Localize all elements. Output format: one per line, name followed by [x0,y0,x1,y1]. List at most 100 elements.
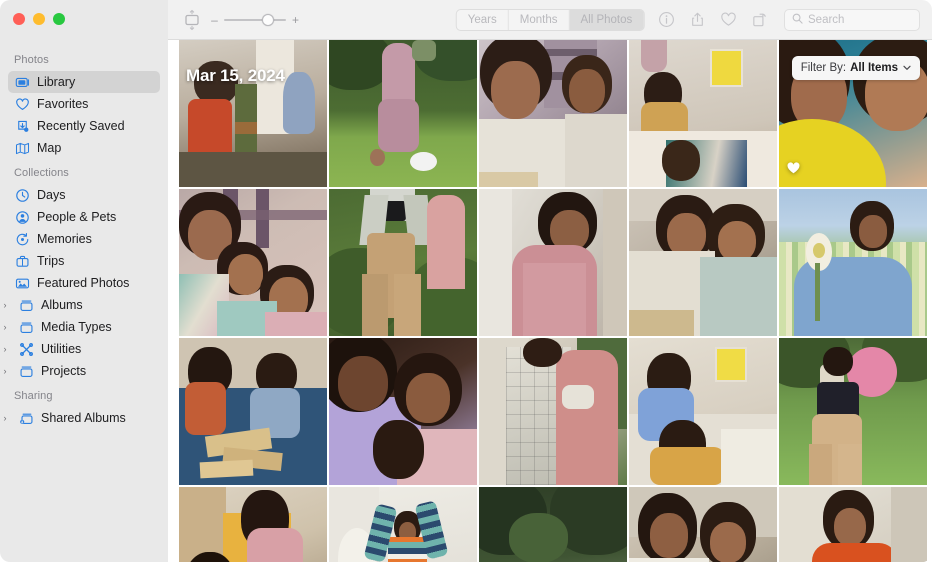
sidebar-item-label: Albums [41,298,83,312]
sidebar-item-label: Days [37,188,66,202]
photos-window: Photos Library Favorites Recently Saved … [0,0,932,562]
zoom-in-label[interactable]: + [291,14,300,26]
filter-by-button[interactable]: Filter By: All Items [791,56,920,80]
sidebar-item-library[interactable]: Library [8,71,160,93]
photo-thumbnail[interactable] [629,40,777,187]
photo-thumbnail[interactable] [179,40,327,187]
zoom-slider-knob[interactable] [262,13,274,26]
photo-thumbnail[interactable] [179,487,327,562]
sidebar-item-label: Projects [41,364,87,378]
map-icon [14,140,30,156]
main-area: – + Years Months All Photos Search Mar 1… [168,0,932,562]
photo-thumbnail[interactable] [629,487,777,562]
search-placeholder: Search [808,13,845,26]
heart-icon [14,96,30,112]
library-icon [14,74,30,90]
toolbar: – + Years Months All Photos Search [168,0,932,40]
sidebar-item-recently-saved[interactable]: Recently Saved [8,115,160,137]
chevron-right-icon[interactable]: › [0,413,10,423]
photo-thumbnail[interactable] [629,189,777,336]
tab-all-photos[interactable]: All Photos [569,9,644,30]
chevron-right-icon[interactable]: › [0,300,10,310]
memories-icon [14,231,30,247]
sidebar-item-label: Library [37,75,76,89]
sidebar-item-trips[interactable]: Trips [8,250,160,272]
chevron-down-icon [903,63,911,73]
person-icon [14,209,30,225]
photo-thumbnail[interactable] [329,487,477,562]
sidebar-item-label: Trips [37,254,65,268]
sidebar-item-label: Memories [37,232,92,246]
favorite-heart-icon[interactable] [720,11,737,28]
photo-thumbnail[interactable] [329,40,477,187]
chevron-right-icon[interactable]: › [0,344,10,354]
sidebar-item-label: People & Pets [37,210,117,224]
album-icon [18,363,34,379]
featured-photo-icon [14,275,30,291]
sidebar-item-utilities[interactable]: › Utilities [4,338,160,360]
zoom-slider[interactable]: – + [210,13,300,27]
sidebar-item-label: Featured Photos [37,276,130,290]
minimize-button[interactable] [33,13,45,25]
zoom-out-label[interactable]: – [210,14,219,26]
sidebar-item-memories[interactable]: Memories [8,228,160,250]
aspect-ratio-icon[interactable] [182,9,202,31]
sidebar-item-label: Shared Albums [41,411,126,425]
search-icon [792,11,803,29]
sidebar-item-media-types[interactable]: › Media Types [4,316,160,338]
toolbar-right-group: Search [658,8,932,31]
toolbar-left-group: – + [168,9,300,31]
sidebar-item-shared-albums[interactable]: › Shared Albums [4,407,160,429]
clock-icon [14,187,30,203]
zoom-slider-track[interactable] [224,13,286,27]
photo-thumbnail[interactable] [179,189,327,336]
photo-thumbnail[interactable] [479,487,627,562]
photo-thumbnail[interactable] [779,487,927,562]
rotate-icon[interactable] [751,11,768,28]
tab-months[interactable]: Months [509,9,570,30]
sidebar-item-map[interactable]: Map [8,137,160,159]
sidebar-item-projects[interactable]: › Projects [4,360,160,382]
photo-thumbnail[interactable] [329,338,477,485]
photo-thumbnail[interactable] [479,338,627,485]
sidebar-section-photos-title: Photos [14,54,49,66]
photo-grid [179,40,931,562]
recently-saved-icon [14,118,30,134]
sidebar-item-label: Map [37,141,62,155]
album-icon [18,297,34,313]
sidebar-item-people-and-pets[interactable]: People & Pets [8,206,160,228]
maximize-button[interactable] [53,13,65,25]
tab-years[interactable]: Years [457,9,509,30]
photo-thumbnail[interactable] [779,189,927,336]
sidebar-list: Photos Library Favorites Recently Saved … [0,34,168,429]
photo-thumbnail[interactable] [479,40,627,187]
search-input[interactable]: Search [784,8,920,31]
sidebar-item-albums[interactable]: › Albums [4,294,160,316]
album-icon [18,319,34,335]
photo-thumbnail[interactable] [779,338,927,485]
view-mode-segmented-control[interactable]: Years Months All Photos [455,8,645,31]
zoom-slider-line [224,18,286,21]
share-icon[interactable] [689,11,706,28]
window-controls [0,0,168,34]
chevron-right-icon[interactable]: › [0,366,10,376]
photo-thumbnail[interactable] [179,338,327,485]
filter-label: Filter By: [800,62,847,74]
sidebar-item-label: Recently Saved [37,119,125,133]
photo-thumbnail[interactable] [479,189,627,336]
shared-album-icon [18,410,34,426]
sidebar-item-label: Media Types [41,320,112,334]
sidebar-item-favorites[interactable]: Favorites [8,93,160,115]
photo-grid-container[interactable]: Mar 15, 2024 Filter By: All Items [168,40,932,562]
close-button[interactable] [13,13,25,25]
photo-thumbnail[interactable] [629,338,777,485]
photo-thumbnail[interactable] [329,189,477,336]
filter-value: All Items [850,62,898,74]
sidebar-item-label: Utilities [41,342,82,356]
chevron-right-icon[interactable]: › [0,322,10,332]
sidebar-item-days[interactable]: Days [8,184,160,206]
sidebar-item-featured-photos[interactable]: Featured Photos [8,272,160,294]
info-icon[interactable] [658,11,675,28]
sidebar-section-sharing-title: Sharing [14,390,53,402]
sidebar-item-label: Favorites [37,97,89,111]
